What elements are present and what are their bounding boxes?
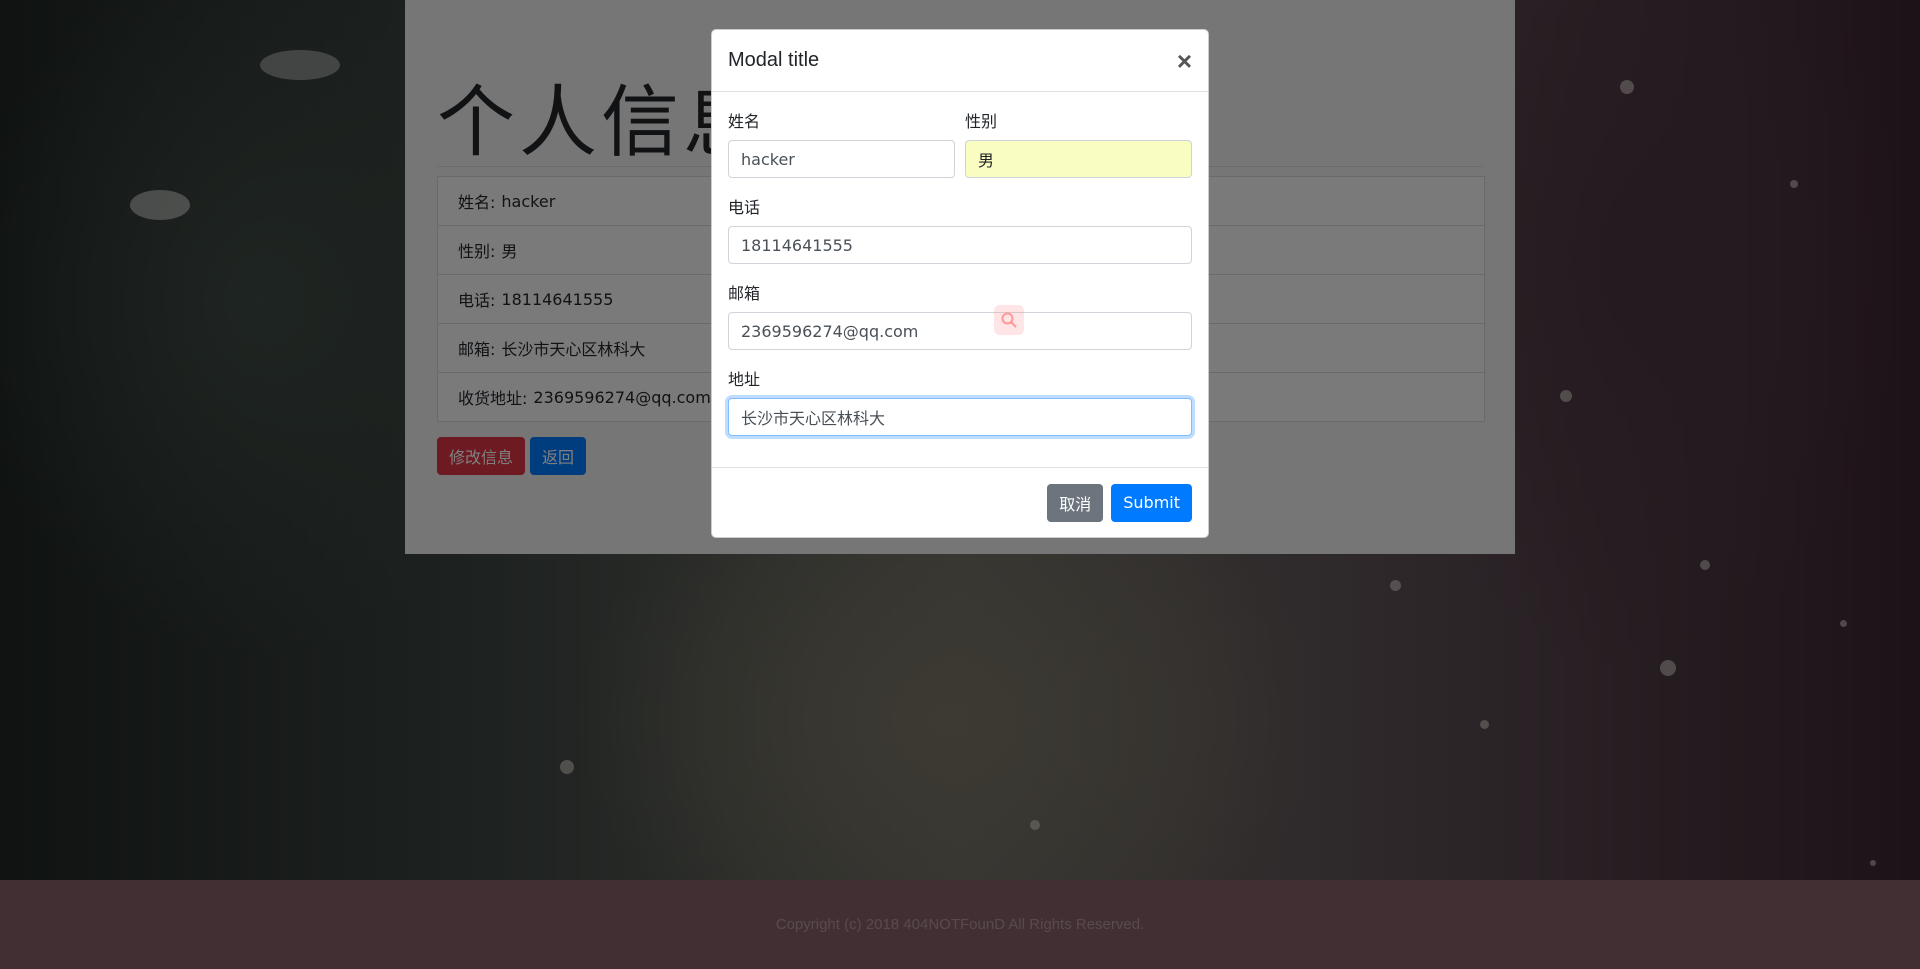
name-group: 姓名 [728, 108, 955, 178]
address-group: 地址 [728, 366, 1192, 436]
gender-label: 性别 [965, 112, 998, 131]
name-label: 姓名 [728, 112, 761, 131]
phone-group: 电话 [728, 194, 1192, 264]
cancel-button[interactable]: 取消 [1047, 483, 1104, 522]
email-label: 邮箱 [728, 284, 761, 303]
name-input[interactable] [728, 140, 955, 178]
modal-body: 姓名 性别 电话 邮箱 地址 [712, 92, 1208, 436]
modal-title: Modal title [728, 49, 820, 71]
email-input[interactable] [728, 312, 1192, 350]
email-group: 邮箱 [728, 280, 1192, 350]
modal-header: Modal title × [712, 30, 1208, 92]
modal-footer: 取消 Submit [712, 467, 1208, 537]
address-input[interactable] [728, 398, 1192, 436]
address-label: 地址 [728, 370, 761, 389]
search-icon[interactable] [994, 305, 1024, 335]
close-icon[interactable]: × [1177, 48, 1192, 74]
submit-button[interactable]: Submit [1111, 483, 1192, 522]
phone-input[interactable] [728, 226, 1192, 264]
gender-input[interactable] [965, 140, 1192, 178]
phone-label: 电话 [728, 198, 761, 217]
edit-modal: Modal title × 姓名 性别 电话 邮箱 地址 取消 Sub [711, 29, 1209, 538]
gender-group: 性别 [965, 108, 1192, 178]
